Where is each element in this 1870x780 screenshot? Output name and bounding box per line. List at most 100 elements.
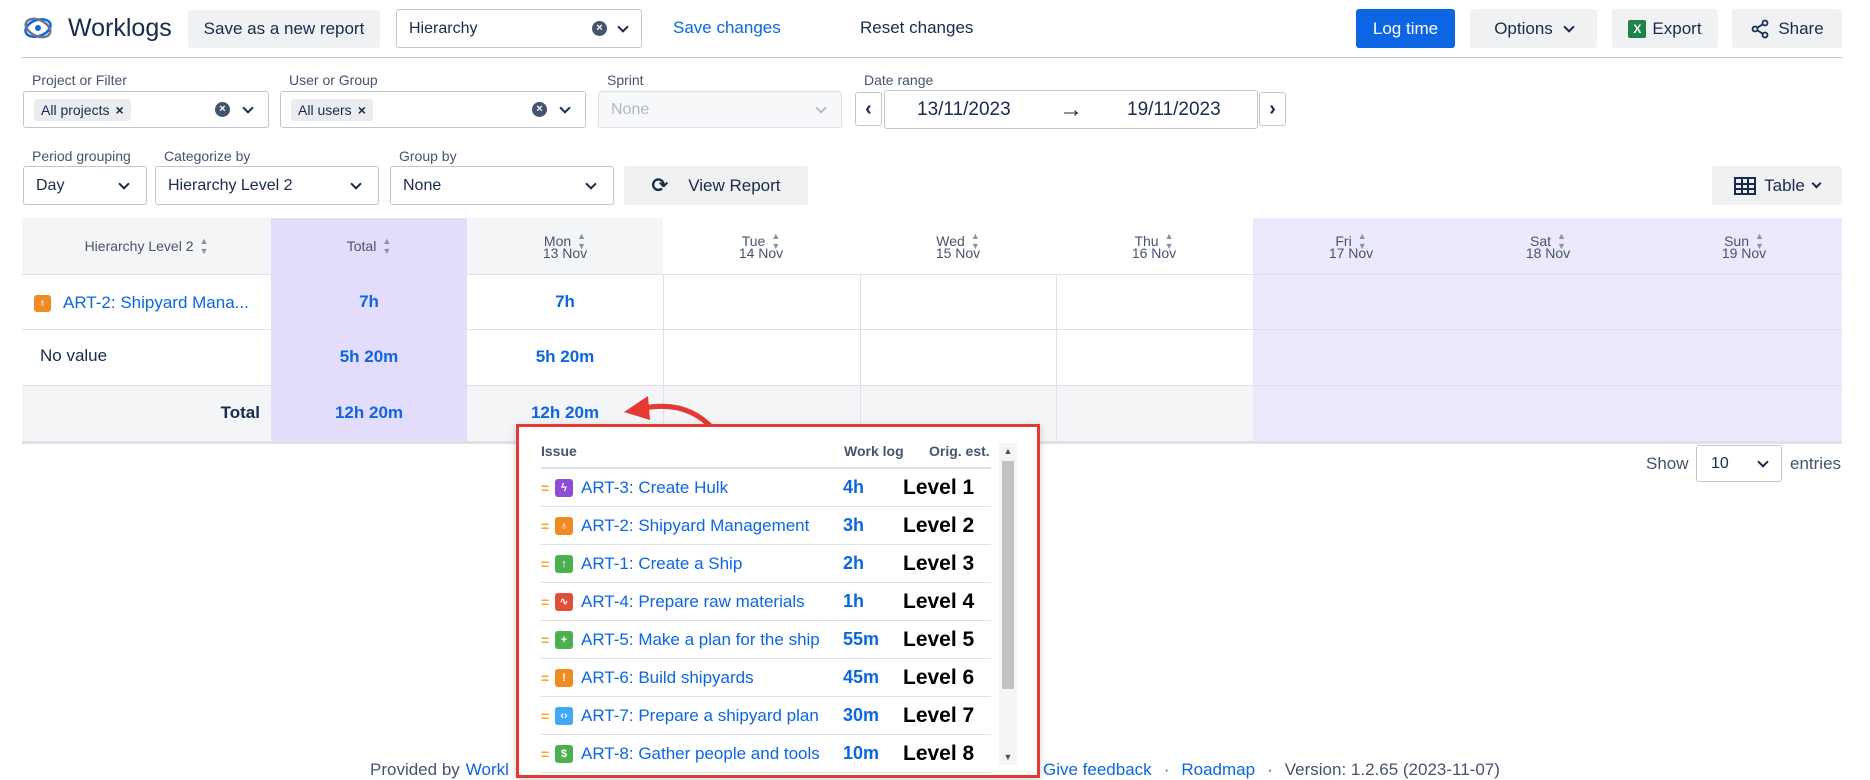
table-row[interactable]: ♁ ART-2: Shipyard Mana... [34,293,249,313]
roadmap-link[interactable]: Roadmap [1181,760,1255,780]
share-icon [1751,19,1769,38]
popup-issue-link[interactable]: ART-4: Prepare raw materials [581,592,843,612]
day-column-header[interactable]: Tue ▲ ▼ 14 Nov [663,218,859,274]
row-total-cell[interactable]: 7h [271,274,467,329]
popup-issue-row[interactable]: = ∿ ART-4: Prepare raw materials 1h Level 4 [541,583,991,621]
priority-medium-icon: = [541,479,550,496]
code-icon: ‹› [555,706,573,725]
popup-issue-link[interactable]: ART-5: Make a plan for the ship [581,630,843,650]
report-select-value: Hierarchy [409,19,478,37]
chevron-down-icon[interactable] [559,101,571,114]
popup-issue-link[interactable]: ART-2: Shipyard Management [581,516,843,536]
scroll-up-icon[interactable]: ▲ [999,443,1017,459]
row-mon-cell[interactable]: 7h [467,274,663,329]
reset-changes-button[interactable]: Reset changes [860,18,973,38]
day-date: 15 Nov [935,245,981,261]
chevron-down-icon[interactable] [242,101,254,114]
row-total-cell[interactable]: 5h 20m [271,329,467,385]
period-grouping-value: Day [36,176,65,194]
date-range-label: Date range [864,72,934,88]
popup-issue-row[interactable]: = $ ART-8: Gather people and tools 10m Level… [541,735,991,773]
bulb-icon: ♁ [555,516,573,535]
popup-issue-row[interactable]: = + ART-5: Make a plan for the ship 55m Leve… [541,621,991,659]
remove-chip-icon[interactable]: × [358,102,366,118]
category-header-label: Hierarchy Level 2 [84,238,194,254]
day-date: 19 Nov [1721,245,1767,261]
excel-icon: X [1628,19,1647,38]
user-chip[interactable]: All users × [291,98,373,121]
popup-level-annotation: Level 5 [903,627,975,651]
popup-issue-row[interactable]: =! ART-6: Build shipyards 45m Level 6 [541,659,991,697]
scroll-down-icon[interactable]: ▼ [999,749,1017,765]
day-column-header[interactable]: Sun ▲ ▼ 19 Nov [1646,218,1842,274]
entries-select[interactable]: 10 [1696,445,1782,482]
sprint-placeholder: None [611,100,650,118]
clear-icon[interactable]: × [215,102,230,117]
footer-separator: · [1267,760,1273,779]
popup-scrollbar[interactable]: ▲ ▼ [999,443,1017,765]
project-filter-field[interactable]: All projects × × [23,91,269,128]
options-label: Options [1494,18,1553,38]
view-mode-button[interactable]: Table [1712,166,1842,205]
date-from-input[interactable]: 13/11/2023 [917,99,1011,121]
date-to-input[interactable]: 19/11/2023 [1127,99,1221,121]
popup-issue-link[interactable]: ART-7: Prepare a shipyard plan [581,706,843,726]
row-issue-link[interactable]: ART-2: Shipyard Mana... [63,293,249,313]
chevron-down-icon [1563,20,1575,33]
exclamation-icon: ! [555,668,573,687]
header-divider [22,57,1842,58]
popup-issue-link[interactable]: ART-3: Create Hulk [581,478,843,498]
date-next-button[interactable]: › [1259,92,1286,126]
category-column-header[interactable]: Hierarchy Level 2 ▲ ▼ [22,218,271,274]
popup-issue-row[interactable]: = ↑ ART-1: Create a Ship 2h Level 3 [541,545,991,583]
share-button[interactable]: Share [1732,9,1842,48]
log-time-button[interactable]: Log time [1356,9,1455,48]
total-row-total-cell[interactable]: 12h 20m [271,385,467,441]
scrollbar-thumb[interactable] [1002,461,1014,689]
chevron-down-icon [585,177,597,190]
popup-issue-link[interactable]: ART-6: Build shipyards [581,668,843,688]
clear-icon[interactable]: × [592,21,607,36]
project-chip[interactable]: All projects × [34,98,131,121]
give-feedback-link[interactable]: Give feedback [1043,760,1152,780]
export-button[interactable]: X Export [1612,9,1718,48]
row-mon-cell[interactable]: 5h 20m [467,329,663,385]
popup-worklog-value: 10m [843,743,880,763]
group-by-value: None [403,176,442,194]
popup-level-annotation: Level 6 [903,665,975,689]
popup-issue-row[interactable]: = ‹› ART-7: Prepare a shipyard plan 30m Leve… [541,697,991,735]
popup-level-annotation: Level 2 [903,513,975,537]
categorize-by-value: Hierarchy Level 2 [168,176,293,194]
footer-provider-link[interactable]: Workl [466,760,509,780]
popup-worklog-value: 55m [843,629,880,649]
categorize-by-select[interactable]: Hierarchy Level 2 [155,166,379,205]
day-column-header[interactable]: Thu ▲ ▼ 16 Nov [1056,218,1252,274]
remove-chip-icon[interactable]: × [115,102,123,118]
day-column-header[interactable]: Fri ▲ ▼ 17 Nov [1253,218,1449,274]
day-column-header[interactable]: Sat ▲ ▼ 18 Nov [1450,218,1646,274]
popup-issue-link[interactable]: ART-8: Gather people and tools [581,744,843,764]
group-by-select[interactable]: None [390,166,614,205]
date-prev-button[interactable]: ‹ [855,92,882,126]
priority-medium-icon: = [541,745,550,762]
save-changes-button[interactable]: Save changes [673,18,781,38]
sprint-label: Sprint [607,72,644,88]
options-button[interactable]: Options [1470,9,1597,48]
popup-level-annotation: Level 7 [903,703,975,727]
popup-worklog-value: 2h [843,553,865,573]
view-report-button[interactable]: ⟳ View Report [624,166,808,205]
report-select[interactable]: Hierarchy × [396,9,642,48]
date-range-field[interactable]: 13/11/2023 → 19/11/2023 [884,90,1258,129]
popup-issue-link[interactable]: ART-1: Create a Ship [581,554,843,574]
chevron-down-icon[interactable] [617,20,629,33]
day-column-header[interactable]: Mon ▲ ▼ 13 Nov [467,218,663,274]
period-grouping-select[interactable]: Day [23,166,147,205]
save-as-new-report-button[interactable]: Save as a new report [188,10,380,48]
clear-icon[interactable]: × [532,102,547,117]
total-column-header[interactable]: Total ▲ ▼ [271,218,467,274]
popup-issue-row[interactable]: = ♁ ART-2: Shipyard Management 3h Level 2 [541,507,991,545]
day-column-header[interactable]: Wed ▲ ▼ 15 Nov [860,218,1056,274]
user-filter-field[interactable]: All users × × [280,91,586,128]
popup-issue-row[interactable]: = ϟ ART-3: Create Hulk 4h Level 1 [541,469,991,507]
share-label: Share [1778,18,1824,38]
